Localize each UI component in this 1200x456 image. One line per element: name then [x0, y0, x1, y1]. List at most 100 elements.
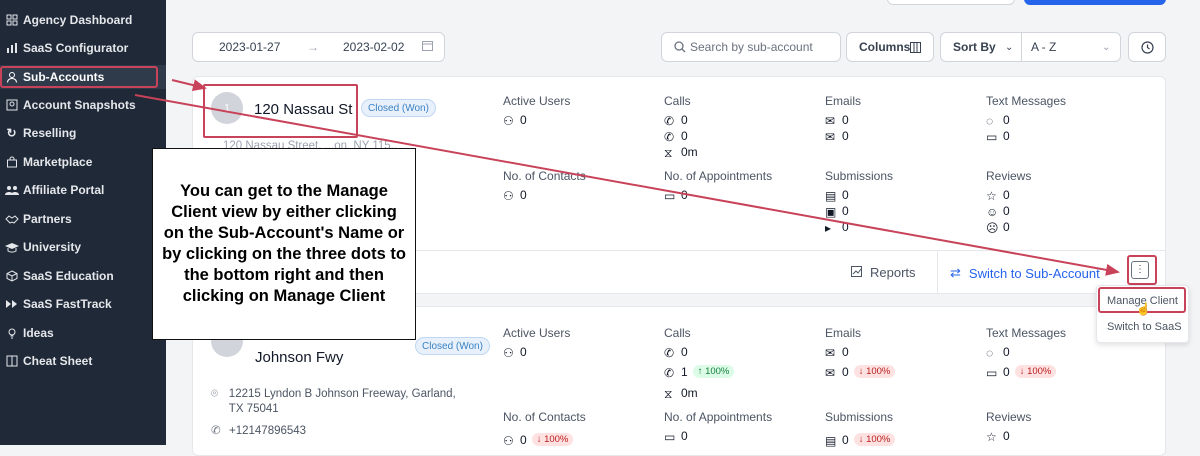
dashboard-icon [4, 13, 19, 28]
form-icon: ▤ [825, 188, 837, 203]
sidebar-item-partners[interactable]: Partners [0, 207, 166, 231]
highlight-box-name [203, 84, 358, 138]
lightbulb-icon [4, 326, 19, 341]
metric-value: ▣ 0 [825, 203, 849, 219]
sidebar-item-saas-education[interactable]: SaaS Education [0, 264, 166, 288]
sidebar-item-marketplace[interactable]: Marketplace [0, 150, 166, 174]
sidebar-item-agency-dashboard[interactable]: Agency Dashboard [0, 8, 166, 32]
shopping-bag-icon [4, 155, 19, 170]
phone-icon: ✆ [211, 425, 221, 437]
chart-icon [851, 265, 862, 280]
metric-value: ⧖ 0m [664, 144, 698, 160]
metric-label: Reviews [986, 410, 1032, 424]
sidebar-item-affiliate-portal[interactable]: Affiliate Portal [0, 178, 166, 202]
sidebar-item-label: Reselling [23, 126, 77, 140]
metric-label: Calls [664, 94, 691, 108]
metric-label: Text Messages [986, 94, 1067, 108]
metric-label: Emails [825, 326, 862, 340]
metric-value: ▤ 0 [825, 187, 849, 203]
metric-value: ◌ 0 [986, 112, 1010, 128]
sidebar-item-cheat-sheet[interactable]: Cheat Sheet [0, 349, 166, 373]
user-check-icon: ⚇ [503, 113, 514, 128]
bar-chart-icon [4, 41, 19, 56]
switch-icon: ⇄ [950, 265, 961, 280]
users-icon [4, 183, 19, 198]
sidebar-item-saas-configurator[interactable]: SaaS Configurator [0, 36, 166, 60]
hourglass-icon: ⧖ [664, 386, 673, 401]
sub-account-name[interactable]: Johnson Fwy [255, 349, 343, 366]
date-range-picker[interactable]: 2023-01-27 → 2023-02-02 [192, 32, 445, 62]
history-button[interactable] [1128, 32, 1166, 62]
menu-item-switch-to-saas[interactable]: Switch to SaaS [1107, 321, 1182, 333]
metric-value: ▭ 0 ↓ 100% [986, 364, 1057, 380]
sidebar-item-label: Cheat Sheet [23, 354, 93, 368]
change-badge-down: ↓ 100% [531, 433, 574, 446]
date-start: 2023-01-27 [219, 40, 281, 54]
columns-button[interactable]: Columns [846, 32, 934, 62]
message-icon: ◌ [986, 345, 994, 360]
chevron-down-icon: ⌄ [1102, 41, 1111, 53]
date-end: 2023-02-02 [343, 40, 405, 54]
metric-value: ☹ 0 [986, 219, 1010, 235]
sidebar-item-reselling[interactable]: ↻ Reselling [0, 121, 166, 145]
status-badge: Closed (Won) [415, 337, 490, 355]
mail-icon: ✉ [825, 345, 836, 360]
metric-value: ▭ 0 [664, 187, 688, 203]
graduation-cap-icon [4, 240, 19, 255]
highlight-box-dots [1127, 255, 1157, 285]
change-badge-up: ↑ 100% [692, 365, 735, 378]
metric-value: ✉ 0 [825, 128, 849, 144]
sort-by-label: Sort By [953, 40, 996, 54]
sidebar-item-label: SaaS FastTrack [23, 297, 112, 311]
calendar-icon: ▭ [664, 188, 676, 203]
highlight-box-sidebar [0, 66, 158, 88]
search-input[interactable]: Search by sub-account [661, 32, 841, 62]
sidebar-item-label: Ideas [23, 326, 54, 340]
columns-label: Columns [859, 40, 911, 54]
change-badge-down: ↓ 100% [853, 433, 896, 446]
phone-icon: ✆ [664, 345, 675, 360]
metric-value: ☺ 0 [986, 203, 1010, 219]
star-icon: ☆ [986, 429, 997, 444]
top-secondary-button[interactable] [887, 0, 1015, 5]
metric-value: ✆ 1 ↑ 100% [664, 364, 735, 380]
message-square-icon: ▭ [986, 129, 998, 144]
metric-label: Calls [664, 326, 691, 340]
star-icon: ☆ [986, 188, 997, 203]
message-square-icon: ▭ [986, 365, 998, 380]
reports-button[interactable]: Reports [851, 265, 916, 280]
sidebar-item-saas-fasttrack[interactable]: SaaS FastTrack [0, 292, 166, 316]
metric-value: ☆ 0 [986, 187, 1010, 203]
metric-value: ✆ 0 [664, 344, 688, 360]
mail-open-icon: ✉ [825, 365, 836, 380]
sidebar-item-university[interactable]: University [0, 235, 166, 259]
metric-value: ⧖ 0m [664, 385, 698, 401]
metric-value: ⚇ 0 [503, 112, 527, 128]
top-primary-button[interactable] [1024, 0, 1166, 5]
sidebar-item-ideas[interactable]: Ideas [0, 321, 166, 345]
sidebar-item-label: SaaS Configurator [23, 41, 129, 55]
cursor-icon: ▸ [825, 220, 832, 235]
sort-control[interactable]: Sort By ⌄ A - Z ⌄ [940, 32, 1121, 62]
address: ⌾ 12215 Lyndon B Johnson Freeway, Garland… [211, 388, 456, 415]
sidebar-item-label: SaaS Education [23, 269, 114, 283]
phone-incoming-icon: ✆ [664, 365, 675, 380]
chevron-down-icon: ⌄ [1005, 41, 1014, 53]
sidebar-item-account-snapshots[interactable]: Account Snapshots [0, 93, 166, 117]
map-pin-icon: ⌾ [211, 388, 218, 400]
metric-value: ✆ 0 [664, 112, 688, 128]
box-icon [4, 269, 19, 284]
metric-value: ▭ 0 [664, 428, 688, 444]
metric-label: Text Messages [986, 326, 1067, 340]
columns-icon [910, 42, 921, 56]
metric-value: ✉ 0 [825, 112, 849, 128]
sort-divider [1021, 33, 1022, 61]
switch-to-sub-account-button[interactable]: ⇄ Switch to Sub-Account [950, 265, 1100, 281]
metric-label: No. of Appointments [664, 410, 773, 424]
sidebar-item-label: Partners [23, 212, 72, 226]
phone-incoming-icon: ✆ [664, 129, 675, 144]
message-icon: ◌ [986, 113, 994, 128]
sidebar-item-label: Affiliate Portal [23, 183, 105, 197]
metric-label: No. of Contacts [503, 410, 586, 424]
metric-label: Emails [825, 94, 862, 108]
